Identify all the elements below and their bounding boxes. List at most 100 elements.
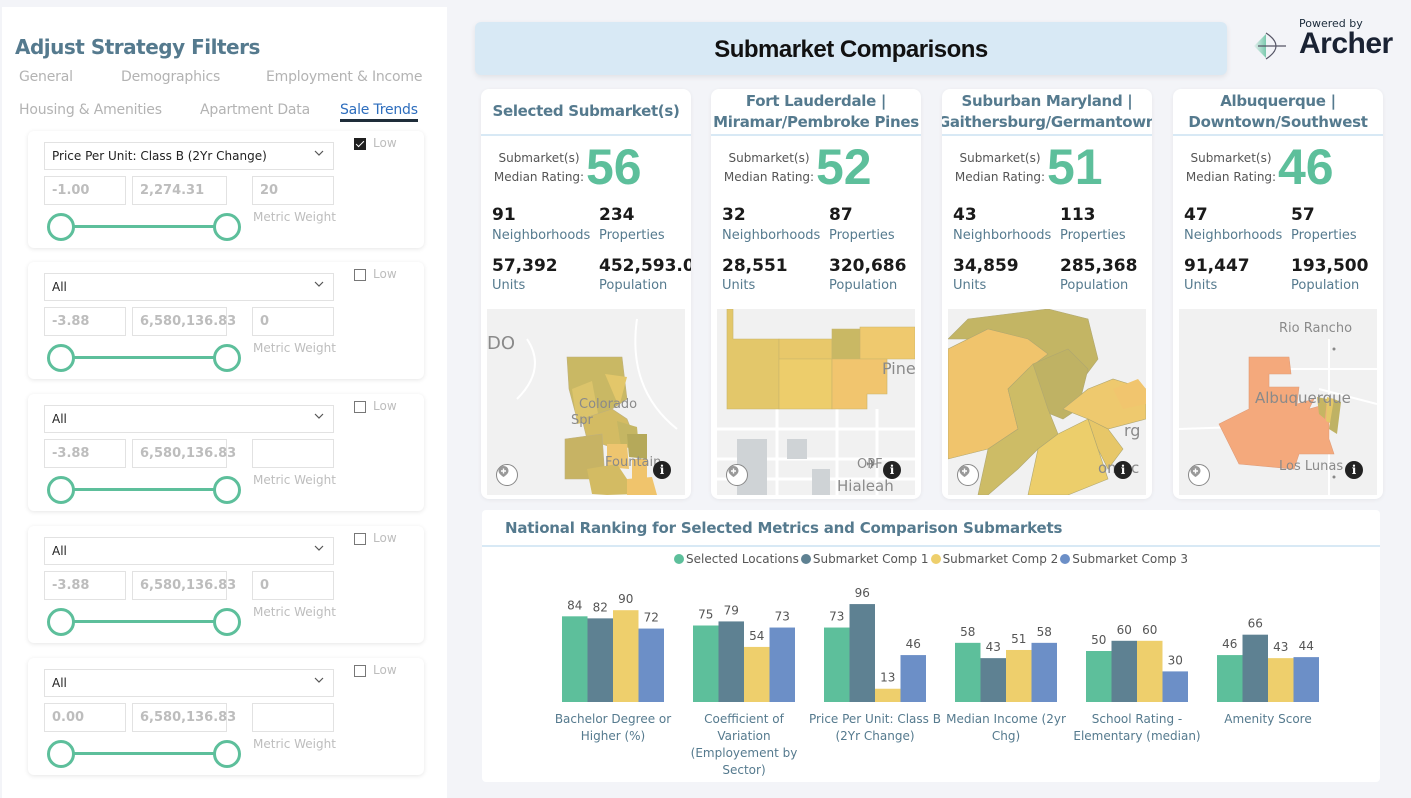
metric-weight-input[interactable]: 0 <box>252 571 334 600</box>
low-checkbox[interactable] <box>354 665 366 677</box>
tab-demographics[interactable]: Demographics <box>121 69 220 85</box>
map-location-button[interactable] <box>957 464 979 486</box>
range-slider-track[interactable] <box>58 620 228 623</box>
bar[interactable] <box>1242 634 1269 702</box>
range-slider-track[interactable] <box>58 356 228 359</box>
tab-employment-income[interactable]: Employment & Income <box>266 69 422 85</box>
info-icon[interactable]: i <box>883 461 901 479</box>
range-max-input[interactable]: 2,274.31 <box>132 176 227 205</box>
submarket-map[interactable]: DO Colorado Spr Fountain i <box>487 309 685 495</box>
tab-apartment-data[interactable]: Apartment Data <box>200 102 310 118</box>
range-slider-min-handle[interactable] <box>47 213 75 241</box>
range-max-input[interactable]: 6,580,136.83 <box>132 439 236 468</box>
metric-weight-label: Metric Weight <box>253 341 336 355</box>
bar[interactable] <box>1031 642 1058 702</box>
legend-item[interactable]: Selected Locations <box>674 552 799 566</box>
range-slider-min-handle[interactable] <box>47 608 75 636</box>
range-slider-min-handle[interactable] <box>47 476 75 504</box>
legend-item[interactable]: Submarket Comp 3 <box>1060 552 1188 566</box>
legend-item[interactable]: Submarket Comp 1 <box>800 552 929 566</box>
submarket-map[interactable]: rgomac i <box>948 309 1146 495</box>
tab-housing-amenities[interactable]: Housing & Amenities <box>19 102 162 118</box>
metric-dropdown[interactable]: All <box>44 273 334 301</box>
bar[interactable] <box>824 627 850 702</box>
bar[interactable] <box>562 616 588 702</box>
low-checkbox[interactable] <box>354 138 366 150</box>
bar[interactable] <box>1217 655 1243 702</box>
map-pin-plus-icon <box>728 466 739 477</box>
bar[interactable] <box>1006 649 1032 702</box>
submarket-title: Albuquerque | Downtown/Southwest <box>1173 89 1383 136</box>
tab-sale-trends[interactable]: Sale Trends <box>340 102 418 122</box>
range-min-input[interactable]: 0.00 <box>44 703 126 732</box>
bar[interactable] <box>638 628 665 702</box>
submarket-map[interactable]: Rio Rancho Albuquerque Los Lunas i <box>1179 309 1377 495</box>
range-max-input[interactable]: 6,580,136.83 <box>132 571 236 600</box>
legend-item[interactable]: Submarket Comp 2 <box>930 552 1058 566</box>
metric-dropdown[interactable]: All <box>44 537 334 565</box>
range-slider-max-handle[interactable] <box>213 476 241 504</box>
metric-weight-input[interactable] <box>252 703 334 732</box>
metric-dropdown[interactable]: All <box>44 669 334 697</box>
bar[interactable] <box>900 655 927 702</box>
bar-value-label: 46 <box>906 637 921 651</box>
range-slider-track[interactable] <box>58 752 228 755</box>
metric-weight-label: Metric Weight <box>253 737 336 751</box>
info-icon[interactable]: i <box>1114 461 1132 479</box>
submarket-map[interactable]: ✈ Pine OPF Hialeah i <box>717 309 915 495</box>
bar-value-label: 46 <box>1222 637 1237 651</box>
bar[interactable] <box>849 604 876 702</box>
bar[interactable] <box>693 625 719 703</box>
info-icon[interactable]: i <box>1345 461 1363 479</box>
neighborhoods-value: 91 <box>492 205 516 225</box>
range-max-input[interactable]: 6,580,136.83 <box>132 703 236 732</box>
bar[interactable] <box>980 658 1007 702</box>
submarket-title-line1: Fort Lauderdale | <box>745 91 887 110</box>
bar[interactable] <box>587 618 614 702</box>
metric-weight-input[interactable] <box>252 439 334 468</box>
bar[interactable] <box>1086 651 1112 702</box>
range-slider-max-handle[interactable] <box>213 213 241 241</box>
map-location-button[interactable] <box>726 464 748 486</box>
range-slider-min-handle[interactable] <box>47 344 75 372</box>
bar[interactable] <box>613 610 639 702</box>
metric-weight-input[interactable]: 0 <box>252 307 334 336</box>
bar[interactable] <box>744 646 770 702</box>
range-min-input[interactable]: -3.88 <box>44 439 126 468</box>
bar[interactable] <box>718 621 745 702</box>
range-min-input[interactable]: -3.88 <box>44 307 126 336</box>
bar[interactable] <box>1162 671 1189 702</box>
low-checkbox[interactable] <box>354 269 366 281</box>
bar[interactable] <box>955 642 981 702</box>
tab-general[interactable]: General <box>19 69 73 85</box>
metric-dropdown-value: All <box>52 676 67 690</box>
range-slider-track[interactable] <box>58 488 228 491</box>
info-icon[interactable]: i <box>653 461 671 479</box>
bar[interactable] <box>1137 640 1163 702</box>
metric-weight-input[interactable]: 20 <box>252 176 334 205</box>
map-location-button[interactable] <box>496 464 518 486</box>
metric-dropdown[interactable]: All <box>44 405 334 433</box>
metric-weight-label: Metric Weight <box>253 210 336 224</box>
metric-dropdown[interactable]: Price Per Unit: Class B (2Yr Change) <box>44 142 334 170</box>
range-slider-track[interactable] <box>58 225 228 228</box>
bar-value-label: 50 <box>1091 633 1106 647</box>
range-max-input[interactable]: 6,580,136.83 <box>132 307 236 336</box>
range-slider-min-handle[interactable] <box>47 740 75 768</box>
low-checkbox[interactable] <box>354 533 366 545</box>
low-checkbox[interactable] <box>354 401 366 413</box>
bar[interactable] <box>1111 640 1138 702</box>
range-slider-max-handle[interactable] <box>213 344 241 372</box>
category-label: Variation <box>717 729 770 743</box>
bar-value-label: 75 <box>698 608 713 622</box>
range-slider-max-handle[interactable] <box>213 608 241 636</box>
range-min-input[interactable]: -1.00 <box>44 176 126 205</box>
range-slider-max-handle[interactable] <box>213 740 241 768</box>
bar[interactable] <box>875 688 901 702</box>
map-location-button[interactable] <box>1188 464 1210 486</box>
range-min-input[interactable]: -3.88 <box>44 571 126 600</box>
legend-label: Selected Locations <box>686 552 799 566</box>
bar[interactable] <box>1293 657 1320 702</box>
bar[interactable] <box>769 627 796 702</box>
bar[interactable] <box>1268 658 1294 702</box>
